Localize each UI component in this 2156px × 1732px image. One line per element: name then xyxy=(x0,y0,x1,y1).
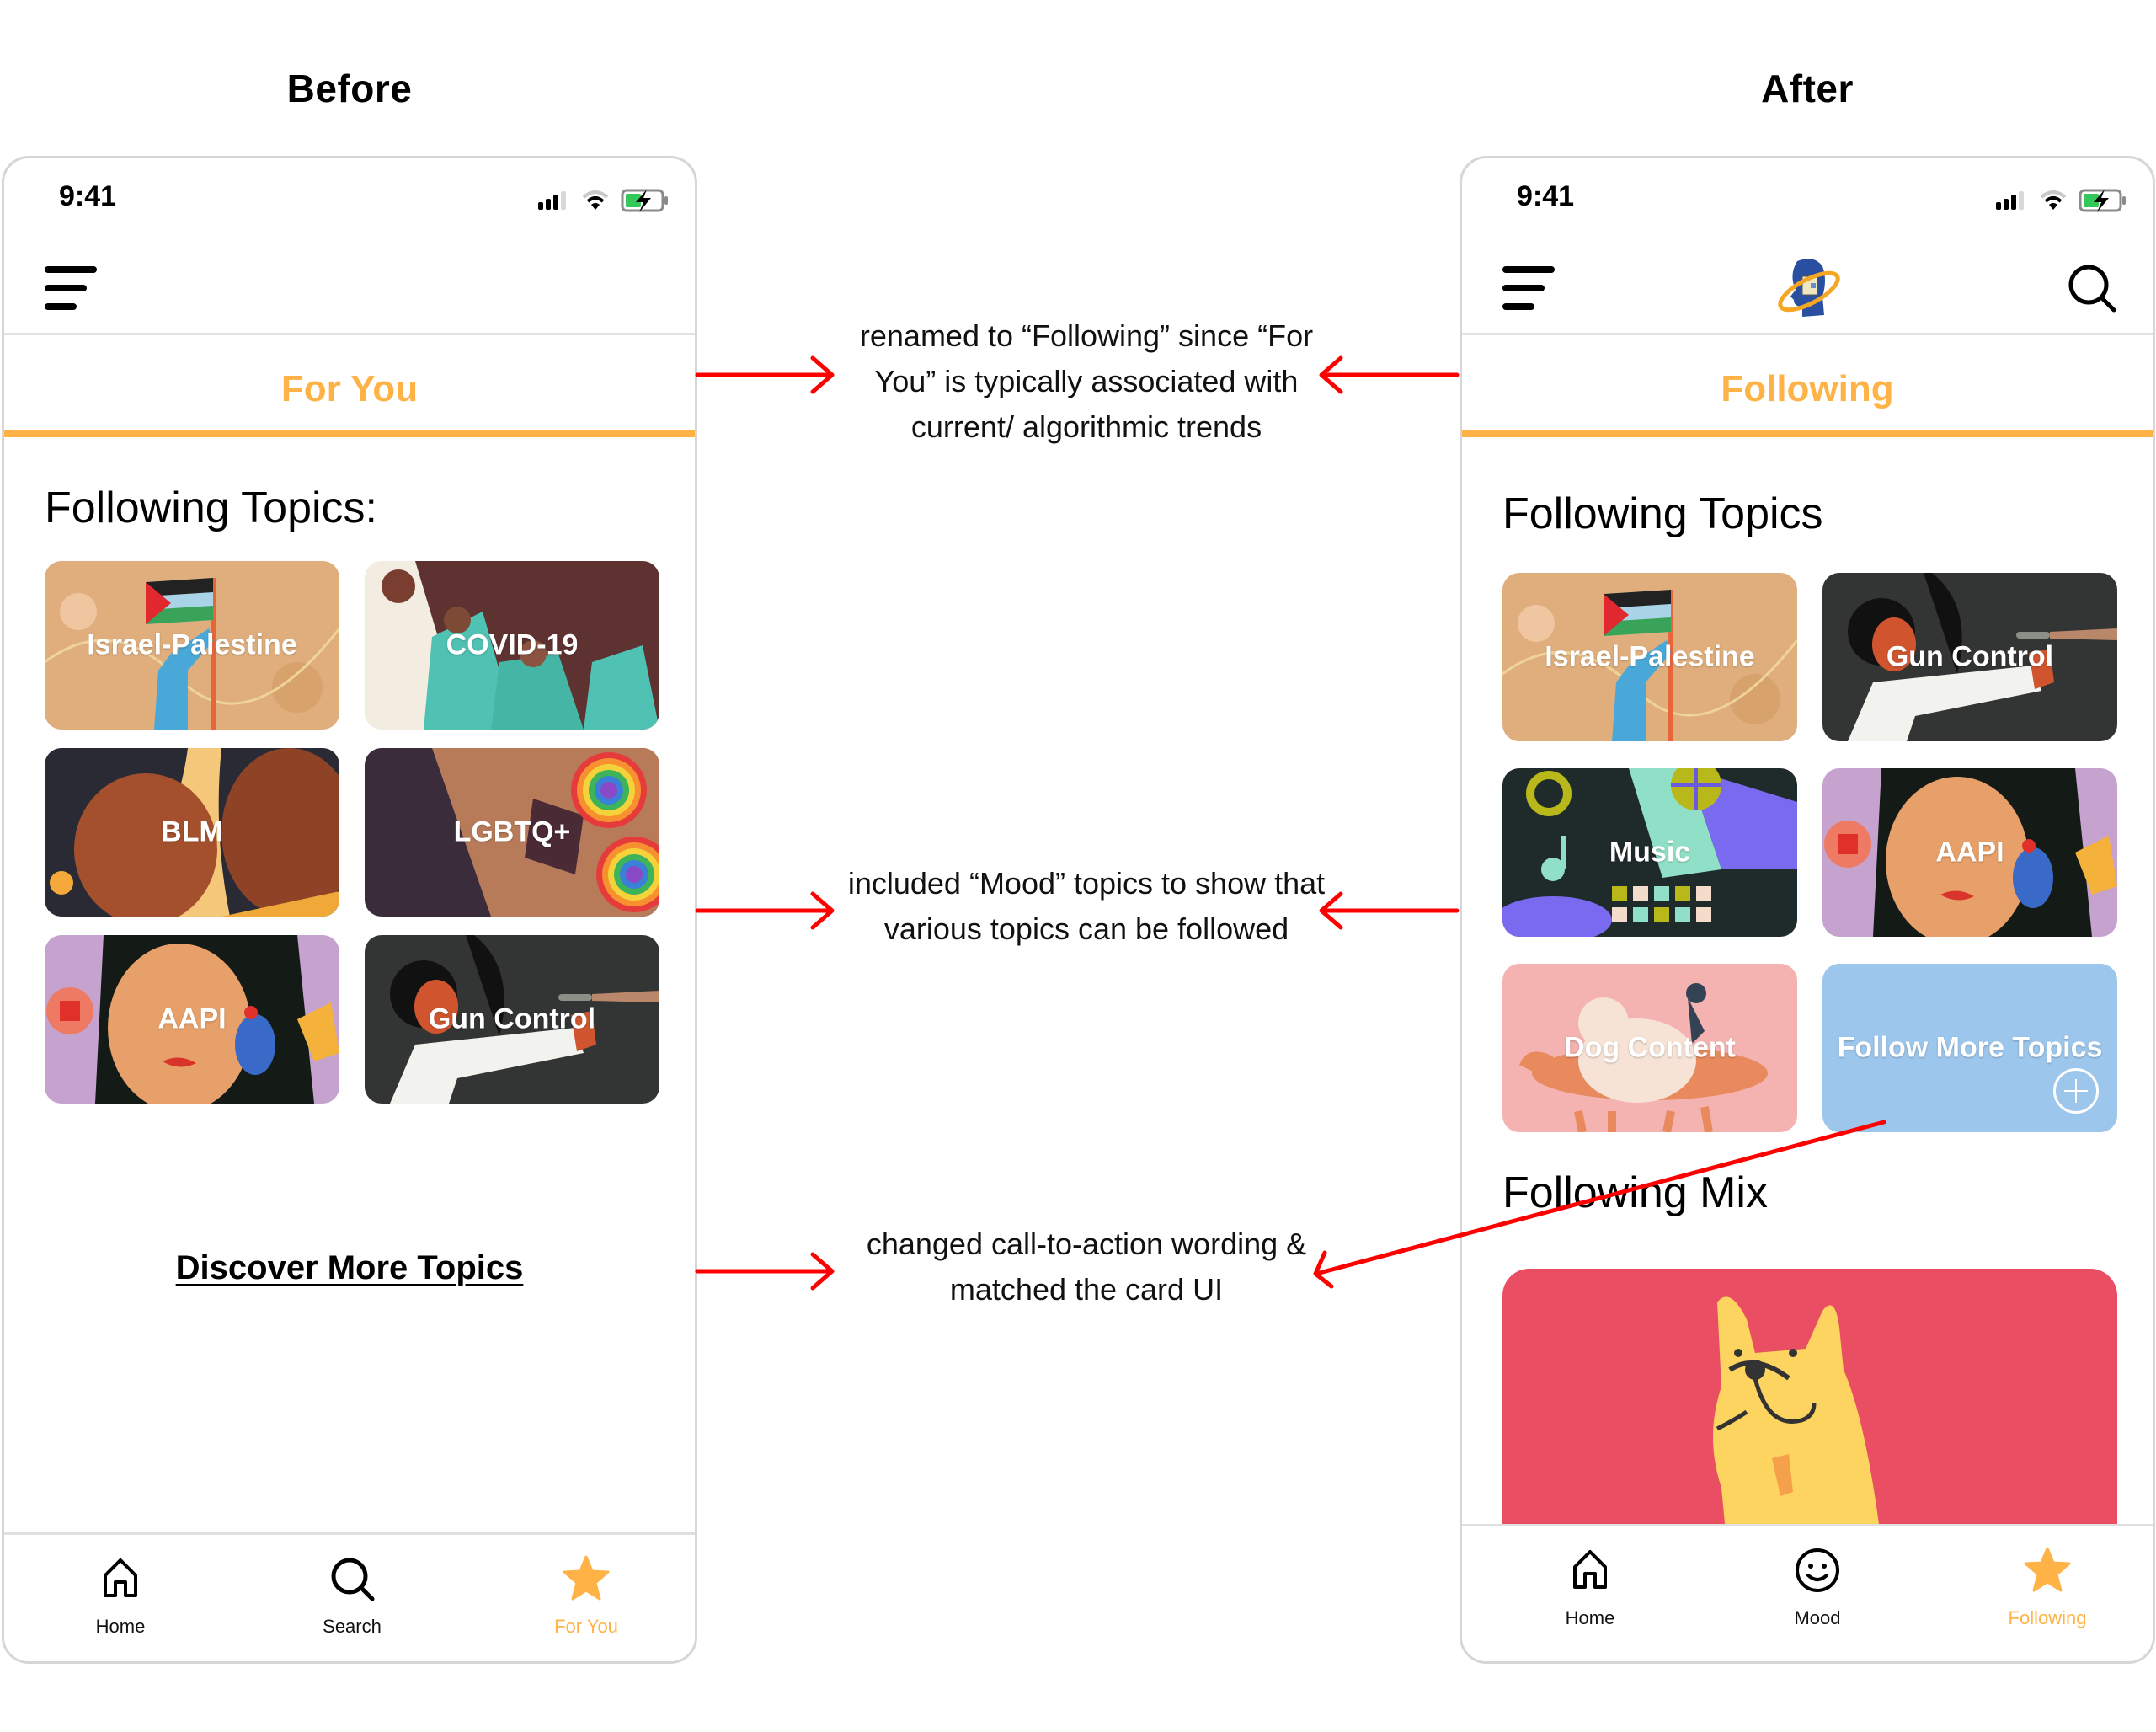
bottom-navigation: Home Search For You xyxy=(4,1532,695,1661)
topic-card-music[interactable]: Music xyxy=(1502,768,1797,937)
tab-label: For You xyxy=(280,368,419,409)
app-logo[interactable] xyxy=(1774,254,1841,322)
arrow-right-1 xyxy=(695,355,835,394)
home-icon xyxy=(1573,1550,1607,1589)
topic-label: Israel-Palestine xyxy=(87,628,297,661)
after-phone-screen: 9:41 Following Following Topics Israel-P… xyxy=(1460,156,2155,1664)
nav-item-search[interactable]: Search xyxy=(276,1553,428,1638)
nav-item-mood[interactable]: Mood xyxy=(1742,1545,1893,1629)
tab-active-indicator xyxy=(1462,430,2153,437)
section-title: Following Topics: xyxy=(45,484,378,532)
nav-label: Home xyxy=(1565,1607,1615,1628)
nav-label: Following xyxy=(2008,1607,2087,1628)
topic-label: Gun Control xyxy=(1886,640,2054,673)
topic-label: Music xyxy=(1609,836,1691,869)
search-icon xyxy=(331,1558,375,1601)
topic-cards-grid: Israel-Palestine COVID-19 BLM LGBTQ+ AAP… xyxy=(45,561,659,1104)
bottom-navigation: Home Mood Following xyxy=(1462,1524,2153,1661)
nav-item-following[interactable]: Following xyxy=(1972,1545,2123,1629)
cta-container: Discover More Topics xyxy=(4,1249,695,1287)
follow-more-topics-card[interactable]: Follow More Topics xyxy=(1822,964,2117,1132)
arrow-left-2 xyxy=(1319,891,1460,930)
nav-item-home[interactable]: Home xyxy=(45,1553,196,1638)
app-header xyxy=(1462,243,2153,335)
app-header xyxy=(4,243,695,335)
nav-item-for-you[interactable]: For You xyxy=(510,1553,662,1638)
topic-card-aapi[interactable]: AAPI xyxy=(45,935,339,1104)
status-time: 9:41 xyxy=(1517,180,1575,212)
discover-more-topics-link[interactable]: Discover More Topics xyxy=(176,1249,524,1286)
nav-label: Mood xyxy=(1794,1607,1841,1628)
star-icon xyxy=(2024,1547,2071,1592)
cellular-signal-icon xyxy=(1996,191,2024,210)
star-icon xyxy=(563,1555,610,1601)
home-icon xyxy=(104,1558,137,1597)
plus-circle-icon xyxy=(2053,1068,2099,1114)
topic-card-covid-19[interactable]: COVID-19 xyxy=(365,561,659,730)
cellular-signal-icon xyxy=(538,191,566,210)
arrow-left-1 xyxy=(1319,355,1460,394)
topic-card-dog-content[interactable]: Dog Content xyxy=(1502,964,1797,1132)
annotation-cta: changed call-to-action wording & matched… xyxy=(866,1227,1307,1307)
tab-active-indicator xyxy=(4,430,695,437)
topic-label: COVID-19 xyxy=(446,628,579,661)
status-bar: 9:41 xyxy=(4,179,695,221)
topic-label: Israel-Palestine xyxy=(1545,640,1755,673)
follow-more-label: Follow More Topics xyxy=(1837,1031,2103,1064)
battery-charging-icon xyxy=(2079,189,2126,212)
topic-label: AAPI xyxy=(1935,836,2004,869)
wifi-icon xyxy=(2040,190,2067,210)
topic-card-gun-control[interactable]: Gun Control xyxy=(365,935,659,1104)
before-phone-screen: 9:41 For You Following Topics: Israel-Pa… xyxy=(2,156,697,1664)
wifi-icon xyxy=(582,190,609,210)
section-title: Following Topics xyxy=(1502,489,1823,538)
topic-label: Dog Content xyxy=(1564,1031,1736,1064)
topic-label: LGBTQ+ xyxy=(453,815,571,848)
annotation-mood-topics: included “Mood” topics to show that vari… xyxy=(847,866,1326,946)
before-title: Before xyxy=(286,67,413,110)
topic-card-israel-palestine[interactable]: Israel-Palestine xyxy=(1502,573,1797,741)
hamburger-menu-icon[interactable] xyxy=(1502,266,1556,313)
after-title: After xyxy=(1761,67,1854,110)
topic-card-lgbtq[interactable]: LGBTQ+ xyxy=(365,748,659,917)
nav-label: Home xyxy=(95,1616,146,1637)
arrow-right-2 xyxy=(695,891,835,930)
nav-item-home[interactable]: Home xyxy=(1514,1545,1666,1629)
topic-card-aapi[interactable]: AAPI xyxy=(1822,768,2117,937)
nav-label: Search xyxy=(323,1616,382,1637)
tab-for-you[interactable]: For You xyxy=(4,338,695,437)
battery-charging-icon xyxy=(621,189,668,212)
topic-label: AAPI xyxy=(157,1002,227,1035)
annotation-rename: renamed to “Following” since “For You” i… xyxy=(859,318,1314,444)
topic-cards-grid: Israel-Palestine Gun Control Music AAPI … xyxy=(1502,573,2117,1132)
topic-label: Gun Control xyxy=(428,1002,596,1035)
status-time: 9:41 xyxy=(59,180,117,212)
following-mix-title: Following Mix xyxy=(1502,1168,1768,1217)
smiley-icon xyxy=(1796,1548,1839,1592)
tab-label: Following xyxy=(1721,368,1894,409)
search-icon[interactable] xyxy=(2065,261,2119,315)
tab-following[interactable]: Following xyxy=(1462,338,2153,437)
topic-label: BLM xyxy=(161,815,223,848)
nav-label: For You xyxy=(554,1616,618,1637)
topic-card-israel-palestine[interactable]: Israel-Palestine xyxy=(45,561,339,730)
arrow-right-3 xyxy=(695,1252,835,1291)
topic-card-blm[interactable]: BLM xyxy=(45,748,339,917)
topic-card-gun-control[interactable]: Gun Control xyxy=(1822,573,2117,741)
status-bar: 9:41 xyxy=(1462,179,2153,221)
hamburger-menu-icon[interactable] xyxy=(45,266,99,313)
